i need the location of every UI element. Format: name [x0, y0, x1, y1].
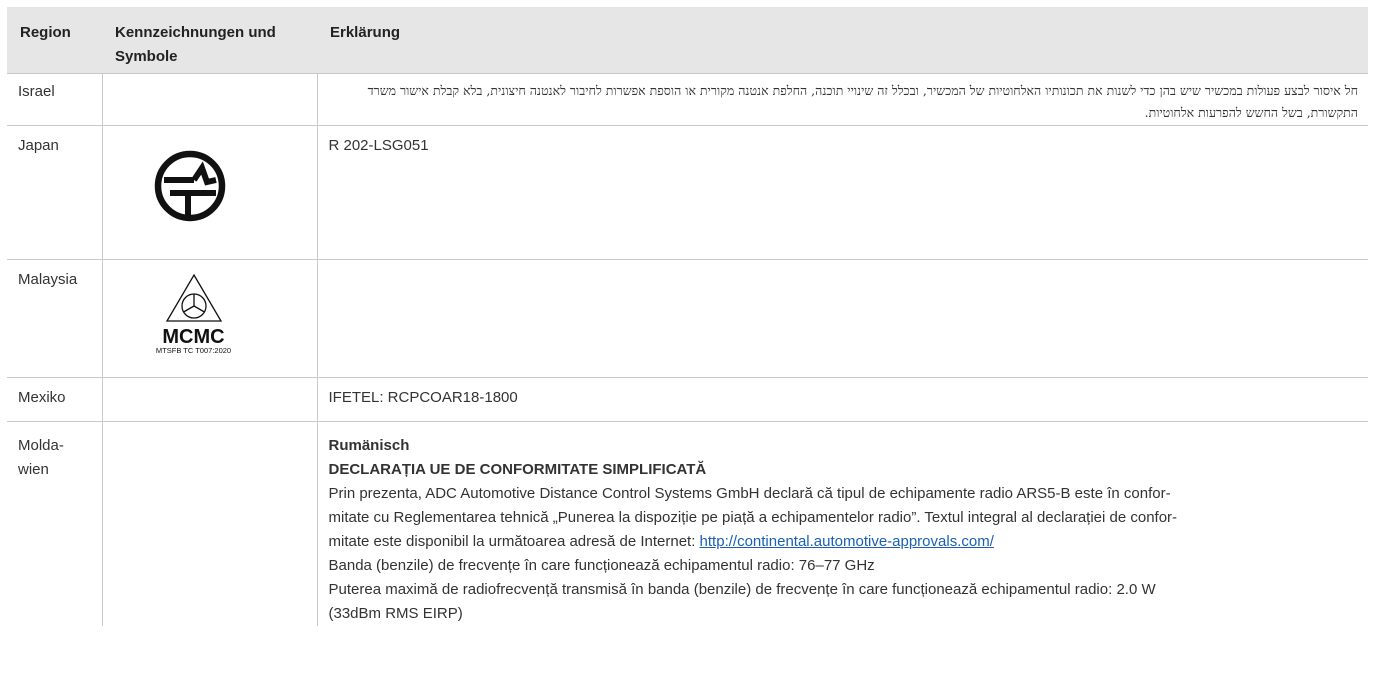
language-heading: Rumänisch: [328, 436, 410, 454]
symbol-cell: [102, 376, 318, 421]
explanation-cell: IFETEL: RCPCOAR18-1800: [317, 376, 1368, 421]
max-power-text: (33dBm RMS EIRP): [328, 604, 463, 622]
region-cell: Japan: [7, 124, 103, 259]
explanation-cell: [317, 258, 1368, 377]
table-row-mexiko: Mexiko IFETEL: RCPCOAR18-1800: [7, 376, 1368, 421]
table-row-japan: Japan R 202-LSG051: [7, 124, 1368, 259]
symbol-cell: [102, 72, 318, 125]
header-symbols: Kennzeichnungen und Symbole: [115, 24, 276, 65]
header-region: Region: [20, 24, 71, 41]
table-row-israel: Israel חל איסור לבצע פעולות במכשיר שיש ב…: [7, 72, 1368, 125]
table-row-moldawien: Molda- wien Rumänisch DECLARAȚIA UE DE C…: [7, 420, 1368, 626]
table-header-row: Region Kennzeichnungen und Symbole Erklä…: [7, 7, 1368, 73]
mcmc-logo-icon: MCMC MTSFB TC T007:2020: [134, 273, 254, 356]
header-explanation: Erklärung: [330, 24, 401, 41]
declaration-text-line: mitate este disponibil la următoarea adr…: [329, 530, 1359, 554]
symbol-cell: [102, 420, 318, 626]
region-cell: Malaysia: [7, 258, 103, 377]
mcmc-logo-subtitle: MTSFB TC T007:2020: [155, 345, 232, 355]
mcmc-logo-word: MCMC: [162, 325, 225, 348]
explanation-cell: חל איסור לבצע פעולות במכשיר שיש בהן כדי …: [317, 72, 1368, 125]
hebrew-notice-text: חל איסור לבצע פעולות במכשיר שיש בהן כדי …: [367, 82, 1358, 120]
declaration-title: DECLARAȚIA UE DE CONFORMITATE SIMPLIFICA…: [328, 460, 707, 478]
mcmc-triangle-icon: [165, 273, 222, 322]
regulatory-table: Region Kennzeichnungen und Symbole Erklä…: [7, 7, 1368, 626]
declaration-text: mitate este disponibil la următoarea adr…: [328, 532, 700, 550]
regulatory-table-container: Region Kennzeichnungen und Symbole Erklä…: [7, 7, 1368, 626]
frequency-band-text: Banda (benzile) de frecvențe în care fun…: [328, 556, 875, 574]
symbol-cell: [102, 124, 318, 259]
symbol-cell: MCMC MTSFB TC T007:2020: [102, 258, 318, 377]
explanation-cell: R 202-LSG051: [317, 124, 1368, 259]
region-line: Molda-: [18, 436, 64, 454]
region-line: wien: [18, 460, 49, 478]
giteki-telec-mark-icon: [154, 150, 225, 221]
region-cell: Mexiko: [7, 376, 103, 421]
region-cell: Israel: [7, 72, 103, 125]
max-power-text: Puterea maximă de radiofrecvență transmi…: [328, 580, 1156, 598]
declaration-text-line: mitate cu Reglementarea tehnică „Punerea…: [328, 508, 1178, 526]
explanation-cell: Rumänisch DECLARAȚIA UE DE CONFORMITATE …: [317, 420, 1368, 626]
approvals-link[interactable]: http://continental.automotive-approvals.…: [700, 533, 994, 550]
declaration-text-line: Prin prezenta, ADC Automotive Distance C…: [328, 484, 1171, 502]
table-row-malaysia: Malaysia MCMC MTSFB TC T007:2020: [7, 258, 1368, 377]
region-cell: Molda- wien: [7, 420, 103, 626]
